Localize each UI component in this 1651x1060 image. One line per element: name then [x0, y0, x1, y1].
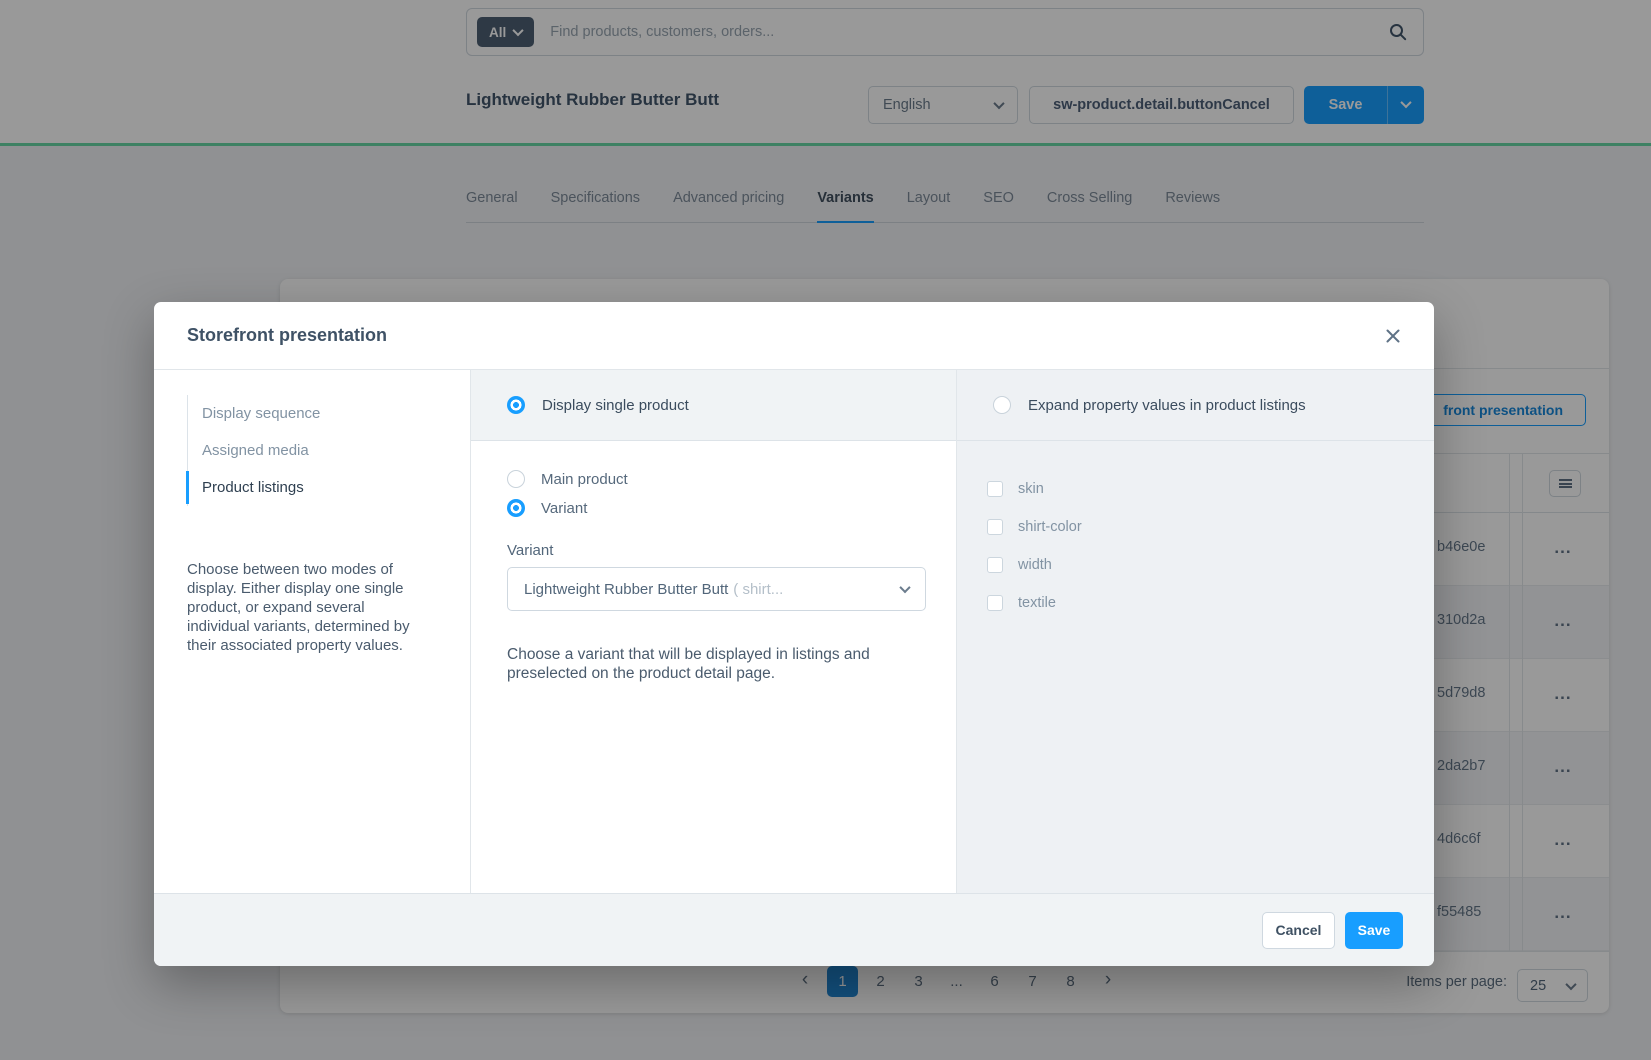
property-option-skin[interactable]: skin: [987, 470, 1434, 508]
variant-radio[interactable]: [507, 499, 525, 517]
variant-option[interactable]: Variant: [507, 499, 956, 517]
variant-select-value: Lightweight Rubber Butter Butt: [524, 581, 728, 598]
close-icon[interactable]: [1384, 328, 1402, 346]
skin-checkbox[interactable]: [987, 481, 1003, 497]
app-screen: All Lightweight Rubber Butter Butt Engli…: [0, 0, 1651, 1060]
property-label: width: [1018, 557, 1052, 573]
modal-title: Storefront presentation: [187, 325, 387, 346]
single-product-radio[interactable]: [507, 396, 525, 414]
single-product-column: Display single product Main product Vari…: [471, 370, 956, 893]
cancel-button[interactable]: Cancel: [1262, 912, 1335, 949]
width-checkbox[interactable]: [987, 557, 1003, 573]
modal-footer: Cancel Save: [154, 893, 1434, 966]
variant-field-label: Variant: [507, 542, 956, 559]
property-option-width[interactable]: width: [987, 546, 1434, 584]
property-label: shirt-color: [1018, 519, 1082, 535]
modal-body: Display sequence Assigned media Product …: [154, 370, 1434, 893]
storefront-presentation-modal: Storefront presentation Display sequence…: [154, 302, 1434, 966]
mode-description: Choose between two modes of display. Eit…: [187, 560, 427, 655]
single-product-mode-row[interactable]: Display single product: [471, 370, 956, 441]
expand-properties-mode-row[interactable]: Expand property values in product listin…: [957, 370, 1434, 441]
modal-sidebar: Display sequence Assigned media Product …: [154, 370, 471, 893]
main-product-option[interactable]: Main product: [507, 470, 956, 488]
sidebar-item-product-listings[interactable]: Product listings: [188, 469, 340, 506]
variant-help-text: Choose a variant that will be displayed …: [507, 645, 903, 683]
expand-properties-mode-label: Expand property values in product listin…: [1028, 397, 1306, 414]
sidebar-item-display-sequence[interactable]: Display sequence: [188, 395, 340, 432]
chevron-down-icon: [899, 582, 910, 593]
property-option-textile[interactable]: textile: [987, 584, 1434, 622]
variant-option-label: Variant: [541, 500, 587, 517]
modal-header: Storefront presentation: [154, 302, 1434, 370]
shirt-color-checkbox[interactable]: [987, 519, 1003, 535]
main-product-radio[interactable]: [507, 470, 525, 488]
expand-properties-column: Expand property values in product listin…: [956, 370, 1434, 893]
modal-nav: Display sequence Assigned media Product …: [187, 395, 340, 506]
save-button[interactable]: Save: [1345, 912, 1403, 949]
textile-checkbox[interactable]: [987, 595, 1003, 611]
expand-properties-radio[interactable]: [993, 396, 1011, 414]
single-product-mode-label: Display single product: [542, 397, 689, 414]
property-label: skin: [1018, 481, 1044, 497]
property-label: textile: [1018, 595, 1056, 611]
variant-select[interactable]: Lightweight Rubber Butter Butt ( shirt..…: [507, 567, 926, 611]
variant-select-hint: ( shirt...: [733, 581, 783, 598]
main-product-label: Main product: [541, 471, 628, 488]
sidebar-item-assigned-media[interactable]: Assigned media: [188, 432, 340, 469]
property-option-shirt-color[interactable]: shirt-color: [987, 508, 1434, 546]
